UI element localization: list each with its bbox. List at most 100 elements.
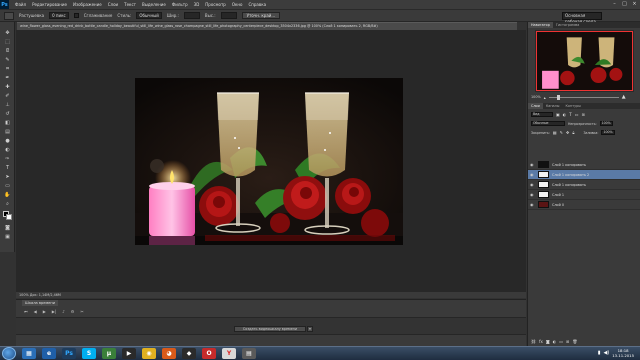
- menu-3d[interactable]: 3D: [194, 2, 200, 7]
- photoshop-taskbar-icon[interactable]: Ps: [62, 348, 76, 359]
- layer-row[interactable]: ◉ Слой 1 копировать: [528, 180, 640, 190]
- timeline-tab[interactable]: Шкала времени: [22, 300, 59, 306]
- canvas-area[interactable]: [16, 30, 526, 292]
- skype-icon[interactable]: S: [82, 348, 96, 359]
- tab-histogram[interactable]: Гистограмма: [553, 22, 582, 28]
- filter-adjust-icon[interactable]: ◐: [563, 112, 567, 117]
- blur-tool-icon[interactable]: ●: [4, 138, 11, 144]
- zoom-slider-knob[interactable]: [556, 94, 560, 100]
- prev-frame-icon[interactable]: ◀: [34, 309, 37, 314]
- layer-style-icon[interactable]: fx: [539, 339, 543, 344]
- eraser-tool-icon[interactable]: ◧: [4, 120, 11, 126]
- filter-type-icon[interactable]: T: [569, 112, 571, 117]
- menu-window[interactable]: Окно: [232, 2, 243, 7]
- layer-row[interactable]: ◉ Слой 1: [528, 190, 640, 200]
- menu-image[interactable]: Изображение: [73, 2, 102, 7]
- chevron-down-icon[interactable]: ▾: [307, 326, 313, 332]
- lock-transparent-icon[interactable]: ▦: [553, 130, 557, 135]
- layer-row[interactable]: ◉ Слой 0: [528, 200, 640, 210]
- lock-all-icon[interactable]: 🔒︎: [572, 130, 574, 135]
- healing-tool-icon[interactable]: ✚: [4, 84, 11, 90]
- chrome-icon[interactable]: ◉: [142, 348, 156, 359]
- settings-icon[interactable]: ⚙: [71, 309, 75, 314]
- navigator-view-box[interactable]: [536, 31, 633, 91]
- tab-paths[interactable]: Контуры: [562, 103, 584, 109]
- path-select-tool-icon[interactable]: ➤: [4, 174, 11, 180]
- gradient-tool-icon[interactable]: ▤: [4, 129, 11, 135]
- height-input[interactable]: [220, 12, 237, 19]
- workspace-select[interactable]: Основная рабочая среда: [562, 12, 602, 24]
- folder-icon[interactable]: ▤: [242, 348, 256, 359]
- zoom-value[interactable]: 100%: [531, 95, 541, 99]
- screen-mode-icon[interactable]: ▣: [4, 234, 11, 240]
- minimize-icon[interactable]: –: [611, 1, 618, 7]
- style-select[interactable]: Обычный: [136, 12, 162, 19]
- add-mask-icon[interactable]: ◙: [546, 339, 550, 344]
- refine-edge-button[interactable]: Уточн. край...: [241, 12, 281, 19]
- lock-brush-icon[interactable]: ✎: [560, 130, 563, 135]
- crop-tool-icon[interactable]: ⌗: [4, 66, 11, 72]
- filter-shape-icon[interactable]: ▭: [575, 112, 579, 117]
- explorer-icon[interactable]: ▦: [22, 348, 36, 359]
- tab-channels[interactable]: Каналы: [543, 103, 563, 109]
- dodge-tool-icon[interactable]: ◐: [4, 147, 11, 153]
- marquee-tool-preset[interactable]: [4, 11, 14, 20]
- fill-input[interactable]: 100%: [601, 130, 615, 135]
- quick-select-tool-icon[interactable]: ✎: [4, 57, 11, 63]
- split-icon[interactable]: ✂: [80, 309, 83, 314]
- antialias-checkbox[interactable]: [73, 13, 79, 18]
- pen-tool-icon[interactable]: ✑: [4, 156, 11, 162]
- filter-pixel-icon[interactable]: ▣: [556, 112, 560, 117]
- move-tool-icon[interactable]: ✥: [4, 30, 11, 36]
- tab-navigator[interactable]: Навигатор: [528, 22, 553, 28]
- menu-edit[interactable]: Редактирование: [32, 2, 67, 7]
- shape-tool-icon[interactable]: ▭: [4, 183, 11, 189]
- volume-icon[interactable]: ◀): [603, 350, 609, 356]
- menu-type[interactable]: Текст: [124, 2, 136, 7]
- width-input[interactable]: [183, 12, 200, 19]
- app-icon[interactable]: ◆: [182, 348, 196, 359]
- menu-filter[interactable]: Фильтр: [172, 2, 188, 7]
- menu-layers[interactable]: Слои: [108, 2, 118, 7]
- create-video-timeline-button[interactable]: Создать видеошкалу времени: [234, 326, 306, 332]
- menu-select[interactable]: Выделение: [142, 2, 166, 7]
- visibility-eye-icon[interactable]: ◉: [530, 172, 535, 177]
- zoom-slider[interactable]: [548, 94, 619, 100]
- maximize-icon[interactable]: □: [621, 1, 628, 7]
- brush-tool-icon[interactable]: ✐: [4, 93, 11, 99]
- utorrent-icon[interactable]: µ: [102, 348, 116, 359]
- media-player-icon[interactable]: ▶: [122, 348, 136, 359]
- adjustment-layer-icon[interactable]: ◐: [553, 339, 557, 344]
- tab-layers[interactable]: Слои: [528, 103, 543, 109]
- lock-move-icon[interactable]: ✥: [566, 130, 569, 135]
- play-icon[interactable]: ▶: [43, 309, 46, 314]
- link-layers-icon[interactable]: ⛓: [531, 339, 536, 344]
- ie-icon[interactable]: e: [42, 348, 56, 359]
- navigator-preview[interactable]: [535, 30, 634, 92]
- zoom-out-icon[interactable]: ▴: [544, 95, 546, 100]
- background-color-swatch[interactable]: [6, 214, 12, 220]
- visibility-eye-icon[interactable]: ◉: [530, 182, 535, 187]
- opacity-input[interactable]: 100%: [599, 121, 613, 126]
- hand-tool-icon[interactable]: ✋: [4, 192, 11, 198]
- zoom-in-icon[interactable]: ▲: [622, 94, 626, 100]
- document-tab[interactable]: wine_flower_glass_evening_red_drink_bott…: [17, 22, 517, 30]
- visibility-eye-icon[interactable]: ◉: [530, 192, 535, 197]
- opera-icon[interactable]: O: [202, 348, 216, 359]
- layer-row[interactable]: ◉ Слой 1 копировать: [528, 160, 640, 170]
- eyedropper-tool-icon[interactable]: ✒: [4, 75, 11, 81]
- stamp-tool-icon[interactable]: ⊥: [4, 102, 11, 108]
- feather-input[interactable]: 0 пикс: [49, 12, 69, 19]
- menu-help[interactable]: Справка: [248, 2, 266, 7]
- firefox-icon[interactable]: ◕: [162, 348, 176, 359]
- visibility-eye-icon[interactable]: ◉: [530, 202, 535, 207]
- yandex-icon[interactable]: Y: [222, 348, 236, 359]
- menu-file[interactable]: Файл: [15, 2, 26, 7]
- blend-mode-select[interactable]: Обычные: [531, 121, 565, 126]
- close-icon[interactable]: ×: [631, 1, 638, 7]
- next-frame-icon[interactable]: ▶|: [52, 309, 56, 314]
- quick-mask-icon[interactable]: ◙: [4, 225, 11, 231]
- visibility-eye-icon[interactable]: ◉: [530, 162, 535, 167]
- new-group-icon[interactable]: ▭: [559, 339, 563, 344]
- delete-layer-icon[interactable]: 🗑︎: [572, 339, 577, 344]
